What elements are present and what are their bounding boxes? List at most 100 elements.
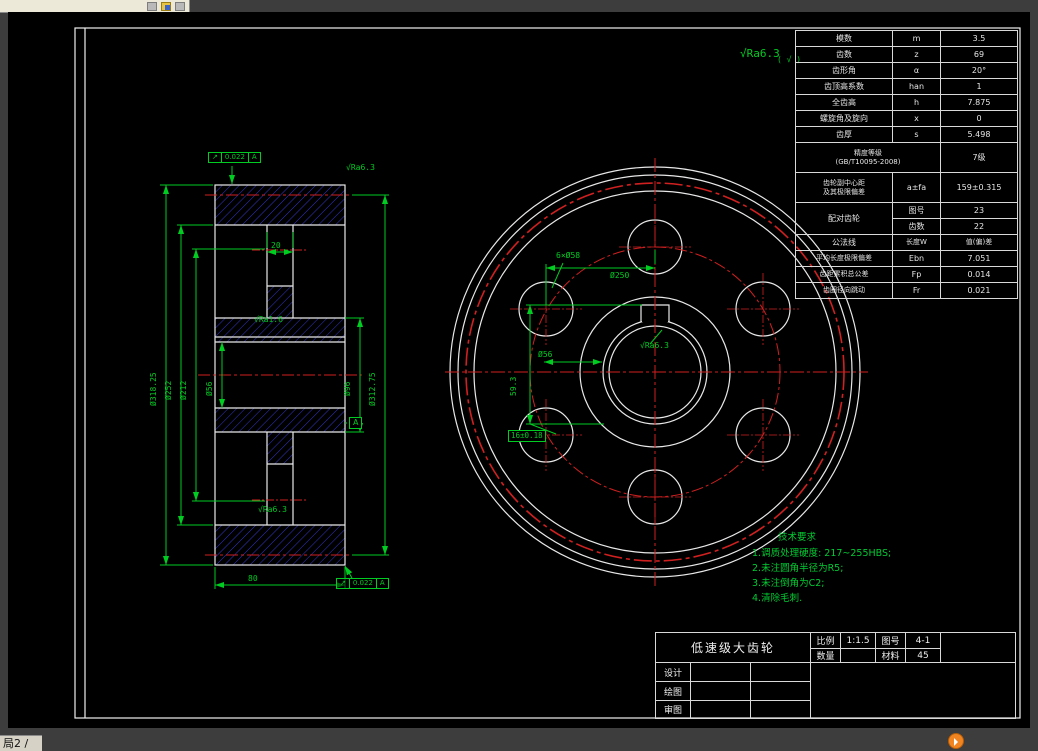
material-label: 材料 [875, 648, 907, 663]
table-row: 配对齿轮 图号 23 [795, 202, 1018, 235]
dia-recess-label: Ø212 [179, 380, 188, 400]
sign-row-label: 绘图 [655, 681, 691, 701]
param-value: 0 [940, 110, 1018, 127]
roughness-label: √Ra6.3 [346, 163, 375, 172]
table-row: 齿数 z 69 [795, 46, 1018, 63]
table-row: 全齿高 h 7.875 [795, 94, 1018, 111]
param-symbol: Fp [892, 266, 941, 283]
face-width-dim: 80 [248, 574, 258, 583]
geo-tolerance-frame: ↗ 0.022 A [336, 578, 389, 589]
tray-notification-icon[interactable] [948, 733, 964, 749]
qty-label: 数量 [810, 648, 842, 663]
param-value: 7.051 [940, 250, 1018, 267]
param-symbol: x [892, 110, 941, 127]
param-label: 齿形角 [795, 62, 893, 79]
technical-requirements: 技术要求 1.调质处理硬度: 217~255HBS; 2.未注圆角半径为R5; … [752, 530, 891, 606]
param-symbol: α [892, 62, 941, 79]
param-symbol: h [892, 94, 941, 111]
sign-cell [690, 662, 751, 682]
table-row: 公法线 长度W 值(偏)差 [795, 234, 1018, 251]
dia-bore-label: Ø56 [205, 381, 214, 396]
tech-req-item: 4.清除毛刺. [752, 593, 803, 604]
scale-label: 比例 [810, 632, 842, 649]
param-value: 23 [940, 202, 1018, 219]
param-symbol: 长度W [892, 234, 941, 251]
dia-tip-label: Ø318.25 [149, 372, 158, 406]
table-row: 齿轮副中心距 及其极限偏差 a±fa 159±0.315 [795, 172, 1018, 203]
param-symbol: Fr [892, 282, 941, 299]
material-value: 45 [905, 648, 942, 663]
sign-cell [690, 681, 751, 701]
table-row: 模数 m 3.5 [795, 30, 1018, 47]
roughness-label: √Ra6.3 [640, 341, 669, 350]
qty-value [840, 648, 877, 663]
tech-req-item: 2.未注圆角半径为R5; [752, 563, 844, 574]
param-label: 齿厚 [795, 126, 893, 143]
sign-row-label: 审图 [655, 700, 691, 719]
param-symbol: 齿数 [892, 218, 941, 235]
holes-callout: 6×Ø58 [556, 251, 581, 260]
param-value: 0.021 [940, 282, 1018, 299]
tolerance-symbol: ↗ [209, 153, 222, 162]
geo-tolerance-frame: ↗ 0.022 A [208, 152, 261, 163]
sheet-value: 4-1 [905, 632, 942, 649]
param-value: 3.5 [940, 30, 1018, 47]
param-symbol: s [892, 126, 941, 143]
param-label: 平均长度极限偏差 [795, 250, 893, 267]
param-symbol: 图号 [892, 202, 941, 219]
dia-rim-label: Ø252 [164, 380, 173, 400]
sign-cell [749, 662, 812, 682]
param-label: 齿距累积总公差 [795, 266, 893, 283]
param-value: 69 [940, 46, 1018, 63]
param-symbol: m [892, 30, 941, 47]
param-value: 7级 [940, 142, 1018, 173]
tolerance-datum: A [379, 579, 385, 587]
tech-req-item: 1.调质处理硬度: 217~255HBS; [752, 548, 892, 559]
sign-row-label: 设计 [655, 662, 691, 682]
param-value: 159±0.315 [940, 172, 1018, 203]
param-symbol: z [892, 46, 941, 63]
param-value: 1 [940, 78, 1018, 95]
keyway-depth-dim: 59.3 [509, 376, 518, 396]
sign-cell [749, 700, 812, 719]
datum-flag: A [349, 417, 363, 429]
table-row: 精度等级 (GB/T10095-2008) 7级 [795, 142, 1018, 173]
dia-pitch-label: Ø312.75 [368, 372, 377, 406]
param-label: 配对齿轮 [795, 202, 893, 235]
gear-parameter-table: 模数 m 3.5 齿数 z 69 齿形角 α 20° 齿顶高系数 han 1 全… [795, 30, 1018, 299]
table-row: 齿顶高系数 han 1 [795, 78, 1018, 95]
param-label: 齿顶高系数 [795, 78, 893, 95]
param-label: 螺旋角及旋向 [795, 110, 893, 127]
bore-dim: Ø56 [538, 350, 553, 359]
param-label: 齿数 [795, 46, 893, 63]
tech-req-item: 3.未注倒角为C2; [752, 578, 825, 589]
title-block-cell [940, 632, 1017, 663]
tolerance-value: 0.022 [350, 579, 377, 588]
table-row: 齿形角 α 20° [795, 62, 1018, 79]
layout-tab[interactable]: 局2 / [0, 735, 42, 751]
tech-req-title: 技术要求 [778, 532, 817, 543]
tolerance-value: 0.022 [222, 153, 249, 162]
param-symbol: a±fa [892, 172, 941, 203]
scale-value: 1:1.5 [840, 632, 877, 649]
param-label: 齿圈径向跳动 [795, 282, 893, 299]
tolerance-datum: A [251, 153, 257, 161]
param-symbol: han [892, 78, 941, 95]
roughness-label: √Ra6.3 [258, 505, 287, 514]
table-row: 螺旋角及旋向 x 0 [795, 110, 1018, 127]
param-value: 7.875 [940, 94, 1018, 111]
param-value: 22 [940, 218, 1018, 235]
title-block: 低速级大齿轮 比例 1:1.5 图号 4-1 数量 材料 45 设计 绘图 审图 [654, 632, 1017, 719]
tolerance-symbol: ↗ [337, 579, 350, 588]
table-row: 平均长度极限偏差 Ebn 7.051 [795, 250, 1018, 267]
param-label: 全齿高 [795, 94, 893, 111]
keyway-width-dim: 16±0.18 [508, 430, 546, 442]
roughness-label: √Ra1.6 [254, 315, 283, 324]
web-width-dim: 20 [271, 241, 281, 250]
param-symbol: Ebn [892, 250, 941, 267]
param-label: 模数 [795, 30, 893, 47]
part-name: 低速级大齿轮 [654, 632, 812, 663]
param-value: 值(偏)差 [940, 234, 1018, 251]
bolt-circle-dim: Ø250 [610, 271, 630, 280]
surface-finish-note: √Ra6.3 [740, 47, 780, 60]
